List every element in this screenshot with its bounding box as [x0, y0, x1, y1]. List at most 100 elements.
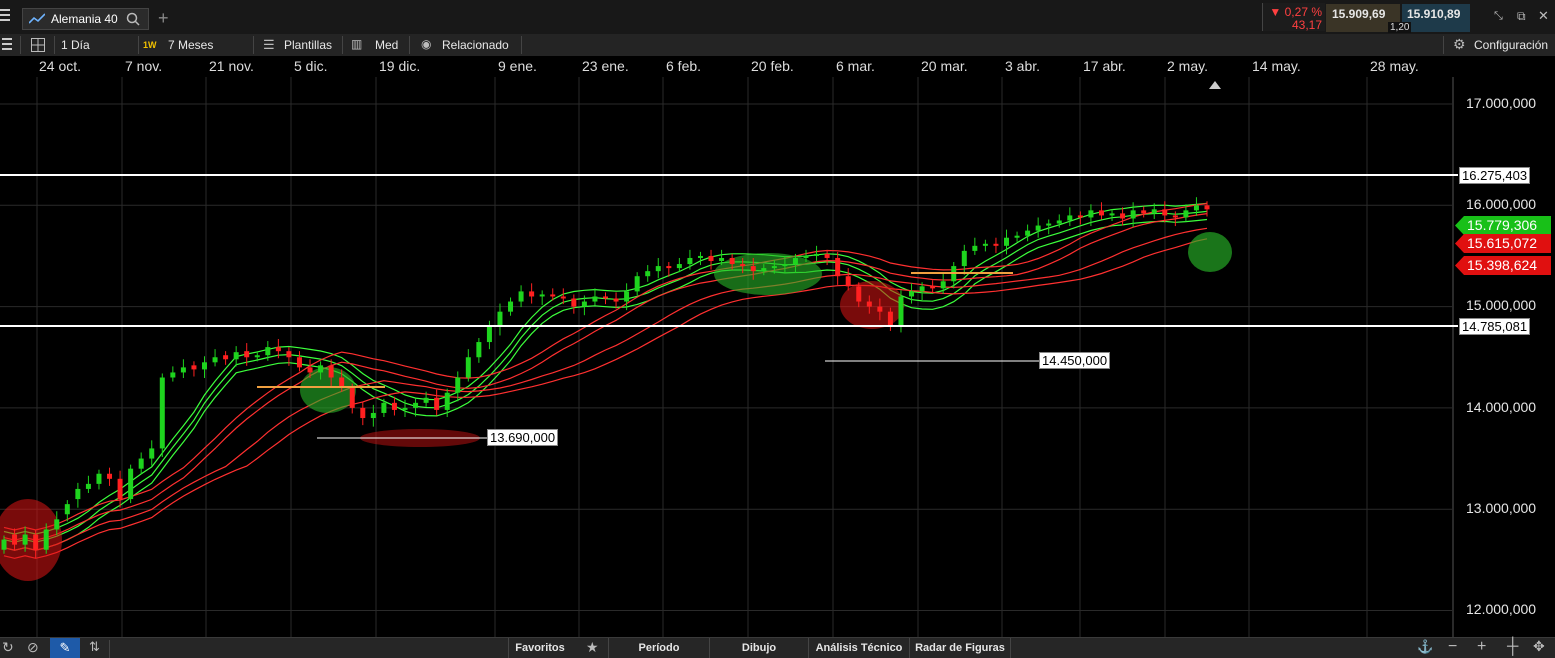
bearish-zone: [840, 281, 904, 329]
candle-body: [803, 255, 809, 258]
pan-icon[interactable]: ✥: [1533, 638, 1545, 655]
date-axis: 24 oct. 7 nov. 21 nov. 5 dic. 19 dic. 9 …: [0, 56, 1555, 77]
candle-body: [381, 402, 387, 413]
candle-body: [423, 397, 429, 403]
candle-body: [613, 298, 619, 302]
candle-body: [159, 377, 165, 449]
interval-selector[interactable]: 1 Día: [61, 34, 90, 56]
low-label-1[interactable]: 13.690,000: [487, 429, 559, 446]
candle-body: [307, 367, 313, 373]
candle-body: [518, 291, 524, 302]
y-label: 13.000,000: [1466, 500, 1537, 516]
popout-icon[interactable]: ⧉: [1517, 9, 1526, 24]
candle-body: [402, 407, 408, 410]
list-icon[interactable]: [2, 38, 12, 52]
pencil-icon[interactable]: ✎: [50, 638, 80, 658]
close-icon[interactable]: ✕: [1538, 8, 1549, 24]
candle-body: [444, 392, 450, 410]
x-label: 24 oct.: [39, 58, 82, 74]
candle-body: [244, 351, 250, 358]
related-button[interactable]: Relacionado: [442, 34, 509, 56]
y-label: 14.000,000: [1466, 399, 1537, 415]
candle-body: [1014, 235, 1020, 238]
move-icon[interactable]: ⇅: [89, 639, 100, 655]
crosshair-icon[interactable]: ┼: [1507, 638, 1518, 656]
candle-body: [180, 367, 186, 373]
candle-body: [1025, 230, 1031, 236]
candle-body: [1098, 210, 1104, 216]
price-tag-green: 15.779,306: [1455, 216, 1551, 235]
candle-body: [22, 534, 28, 545]
technical-analysis-tab[interactable]: Análisis Técnico: [808, 638, 909, 658]
period-tab[interactable]: Período: [608, 638, 709, 658]
candle-body: [1035, 225, 1041, 231]
expand-icon[interactable]: ⤡: [1494, 10, 1503, 23]
support-label[interactable]: 14.785,081: [1459, 318, 1531, 335]
search-icon[interactable]: [126, 12, 140, 26]
y-label: 17.000,000: [1466, 95, 1537, 111]
candle-body: [1183, 210, 1189, 218]
candle-body: [254, 355, 260, 358]
price-chart[interactable]: [0, 77, 1555, 637]
templates-icon: ☰: [263, 37, 275, 52]
range-selector[interactable]: 7 Meses: [168, 34, 213, 56]
x-label: 3 abr.: [1005, 58, 1041, 74]
minus-icon[interactable]: −: [1448, 638, 1457, 656]
candle-body: [539, 294, 545, 297]
candle-body: [877, 306, 883, 312]
candle-body: [286, 351, 292, 358]
chart-toolbar: 1 Día 1W 7 Meses ☰ Plantillas ▥ Med ◉ Re…: [0, 34, 1555, 57]
bearish-zone: [0, 499, 62, 581]
candle-body: [318, 365, 324, 373]
x-label: 20 feb.: [751, 58, 794, 74]
candle-body: [1046, 223, 1052, 226]
star-icon[interactable]: ★: [586, 639, 599, 656]
moving-average-line: [3, 210, 1208, 543]
x-label: 2 may.: [1167, 58, 1208, 74]
settings-button[interactable]: Configuración: [1474, 34, 1548, 56]
candle-body: [85, 483, 91, 489]
candle-body: [740, 264, 746, 267]
anchor-icon[interactable]: ⚓: [1417, 639, 1433, 655]
resistance-label[interactable]: 16.275,403: [1459, 167, 1531, 184]
candle-body: [455, 377, 461, 393]
pattern-radar-tab[interactable]: Radar de Figuras: [909, 638, 1011, 658]
eye-icon: ◉: [421, 37, 432, 51]
drawing-tab[interactable]: Dibujo: [709, 638, 808, 658]
candle-body: [1162, 209, 1168, 216]
templates-button[interactable]: Plantillas: [284, 34, 332, 56]
candle-body: [887, 311, 893, 327]
candle-body: [645, 271, 651, 277]
ask-button[interactable]: 15.910,89: [1402, 4, 1470, 32]
med-button[interactable]: Med: [375, 34, 398, 56]
x-label: 9 ene.: [498, 58, 537, 74]
candle-body: [170, 372, 176, 378]
instrument-tab[interactable]: Alemania 40: [22, 8, 149, 30]
interval-badge: 1W: [143, 40, 157, 50]
layout-grid-icon[interactable]: [31, 38, 45, 52]
candle-body: [202, 362, 207, 370]
x-label: 14 may.: [1252, 58, 1301, 74]
candle-body: [571, 298, 577, 307]
low-label-2[interactable]: 14.450,000: [1039, 352, 1111, 369]
plus-icon[interactable]: +: [1477, 638, 1486, 656]
moving-average-line: [3, 202, 1208, 531]
candle-body: [1056, 220, 1062, 224]
candle-body: [750, 266, 756, 272]
candle-body: [603, 296, 608, 299]
add-tab-icon[interactable]: +: [158, 8, 169, 29]
favorites-tab[interactable]: Favoritos: [508, 638, 571, 658]
y-label: 15.000,000: [1466, 297, 1537, 313]
candle-body: [581, 301, 587, 307]
ask-price: 15.910,89: [1407, 7, 1461, 21]
candle-body: [265, 347, 271, 356]
menu-icon[interactable]: [0, 9, 10, 23]
candle-body: [782, 264, 788, 267]
x-label: 7 nov.: [125, 58, 163, 74]
cancel-icon[interactable]: ⊘: [27, 639, 39, 656]
x-label: 6 feb.: [666, 58, 702, 74]
refresh-icon[interactable]: ↻: [2, 639, 14, 656]
candle-body: [75, 488, 81, 500]
candle-body: [191, 365, 197, 370]
candle-body: [592, 296, 598, 302]
